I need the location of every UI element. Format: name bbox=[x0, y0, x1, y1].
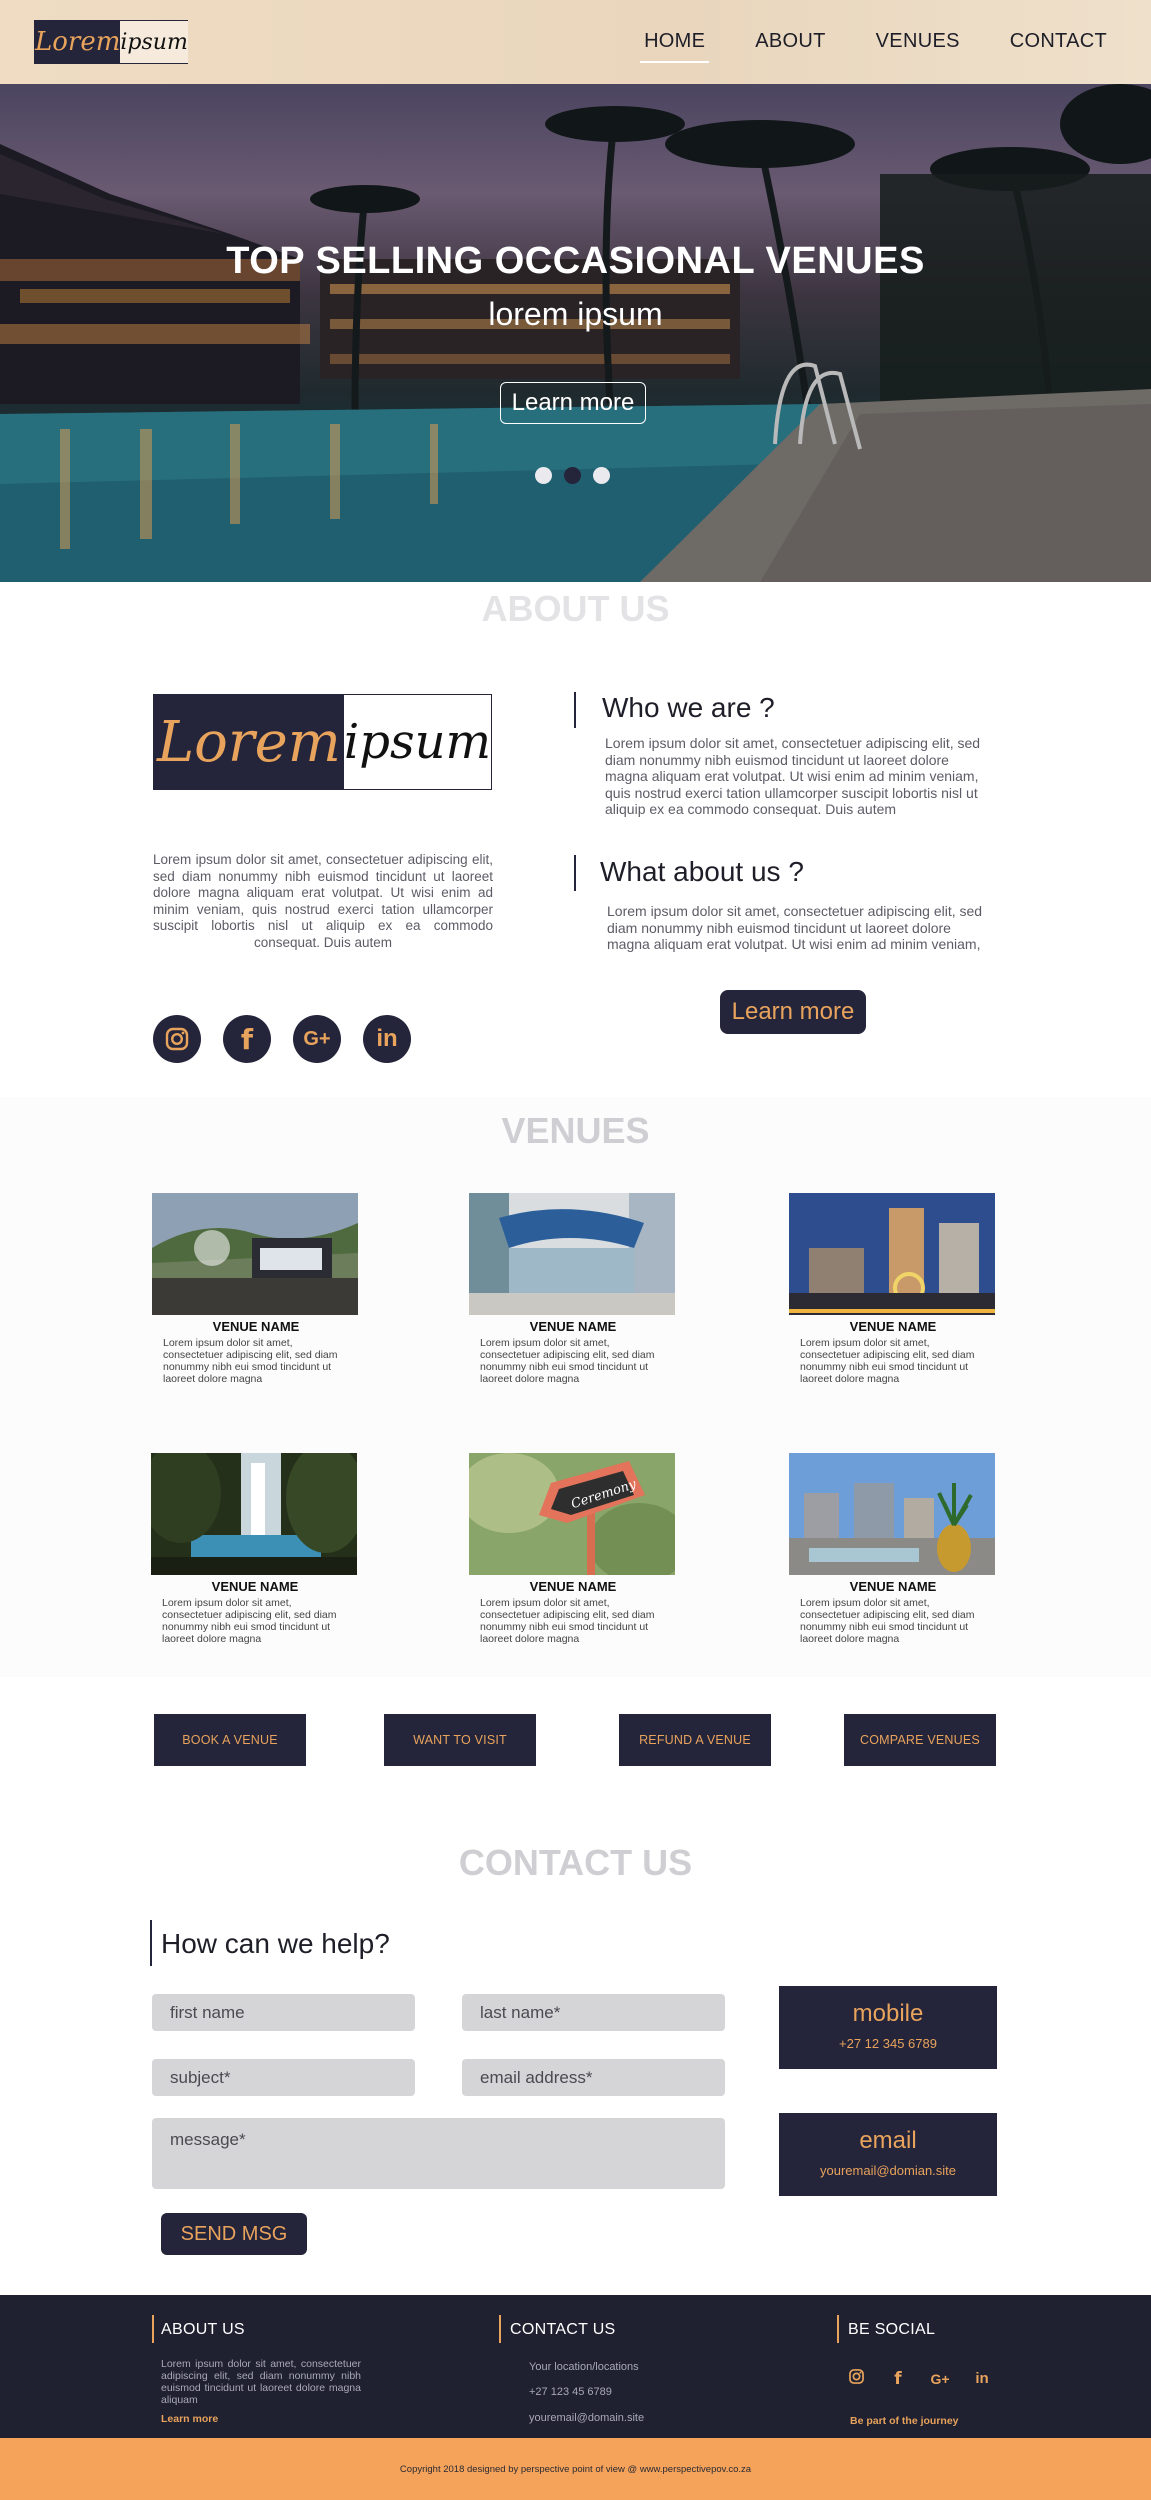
slider-dots bbox=[535, 467, 610, 484]
about-description: Lorem ipsum dolor sit amet, consectetuer… bbox=[153, 852, 493, 950]
instagram-icon[interactable] bbox=[153, 1015, 201, 1063]
footer-contact-heading: CONTACT US bbox=[510, 2321, 616, 2338]
help-heading-bar bbox=[150, 1920, 152, 1966]
venue-name: VENUE NAME bbox=[849, 1319, 937, 1334]
venue-description: Lorem ipsum dolor sit amet, consectetuer… bbox=[480, 1337, 655, 1385]
footer-location: Your location/locations bbox=[529, 2361, 639, 2373]
email-card: email youremail@domian.site bbox=[779, 2113, 997, 2196]
who-we-are-heading: Who we are ? bbox=[602, 692, 775, 723]
nav-menu: HOME ABOUT VENUES CONTACT bbox=[640, 30, 1107, 63]
what-about-us-heading: What about us ? bbox=[600, 856, 804, 887]
slider-dot-2[interactable] bbox=[564, 467, 581, 484]
nav-item-about[interactable]: ABOUT bbox=[755, 30, 825, 59]
venue-description: Lorem ipsum dolor sit amet, consectetuer… bbox=[480, 1597, 655, 1645]
about-logo-left-text: Lorem bbox=[154, 695, 344, 789]
top-navbar: Lorem ipsum HOME ABOUT VENUES CONTACT bbox=[0, 0, 1151, 84]
footer-journey-link[interactable]: Be part of the journey bbox=[850, 2415, 959, 2427]
about-learn-more-button[interactable]: Learn more bbox=[720, 990, 866, 1034]
logo-left-text: Lorem bbox=[35, 21, 121, 63]
copyright-bar: Copyright 2018 designed by perspective p… bbox=[0, 2438, 1151, 2500]
facebook-icon[interactable]: f bbox=[887, 2369, 909, 2389]
slider-dot-1[interactable] bbox=[535, 467, 552, 484]
mobile-value: +27 12 345 6789 bbox=[839, 2036, 937, 2051]
what-heading-bar bbox=[574, 855, 576, 891]
help-heading: How can we help? bbox=[161, 1928, 390, 1959]
contact-section-title: CONTACT US bbox=[458, 1842, 693, 1883]
venue-card[interactable]: VENUE NAME Lorem ipsum dolor sit amet, c… bbox=[789, 1193, 997, 1385]
venue-card[interactable]: VENUE NAME Lorem ipsum dolor sit amet, c… bbox=[151, 1453, 359, 1645]
venues-section-title: VENUES bbox=[501, 1110, 650, 1151]
venue-card[interactable]: VENUE NAME Lorem ipsum dolor sit amet, c… bbox=[789, 1453, 997, 1645]
email-field[interactable] bbox=[462, 2059, 725, 2096]
mobile-label: mobile bbox=[852, 2000, 924, 2027]
about-logo-right-text: ipsum bbox=[343, 695, 491, 789]
venue-image bbox=[789, 1193, 995, 1315]
venue-name: VENUE NAME bbox=[212, 1319, 300, 1334]
venue-card[interactable]: VENUE NAME Lorem ipsum dolor sit amet, c… bbox=[469, 1193, 677, 1385]
footer-email[interactable]: youremail@domain.site bbox=[529, 2412, 644, 2424]
hero-subtitle: lorem ipsum bbox=[488, 296, 663, 332]
google-plus-icon[interactable]: G+ bbox=[293, 1015, 341, 1063]
venue-image bbox=[789, 1453, 995, 1575]
message-field[interactable] bbox=[152, 2118, 725, 2189]
footer-learn-more-link[interactable]: Learn more bbox=[161, 2413, 218, 2425]
what-about-us-text: Lorem ipsum dolor sit amet, consectetuer… bbox=[607, 903, 983, 952]
google-plus-icon[interactable]: G+ bbox=[929, 2371, 951, 2387]
footer-social-bar bbox=[837, 2315, 839, 2343]
venue-name: VENUE NAME bbox=[529, 1319, 617, 1334]
footer-phone: +27 123 45 6789 bbox=[529, 2386, 612, 2398]
who-we-are-text: Lorem ipsum dolor sit amet, consectetuer… bbox=[605, 735, 981, 817]
footer-social-heading: BE SOCIAL bbox=[848, 2321, 936, 2338]
about-section-title: ABOUT US bbox=[481, 588, 670, 629]
last-name-field[interactable] bbox=[462, 1994, 725, 2031]
venue-name: VENUE NAME bbox=[529, 1579, 617, 1594]
first-name-field[interactable] bbox=[152, 1994, 415, 2031]
venue-name: VENUE NAME bbox=[849, 1579, 937, 1594]
venue-image bbox=[152, 1193, 358, 1315]
subject-field[interactable] bbox=[152, 2059, 415, 2096]
venue-description: Lorem ipsum dolor sit amet, consectetuer… bbox=[800, 1337, 975, 1385]
compare-venues-button[interactable]: COMPARE VENUES bbox=[844, 1714, 996, 1766]
venue-description: Lorem ipsum dolor sit amet, consectetuer… bbox=[163, 1337, 338, 1385]
hero-title: TOP SELLING OCCASIONAL VENUES bbox=[226, 240, 925, 282]
footer-contact-bar bbox=[499, 2315, 501, 2343]
who-heading-bar bbox=[574, 692, 576, 728]
hero-learn-more-button[interactable]: Learn more bbox=[500, 382, 646, 424]
about-logo: Lorem ipsum bbox=[153, 694, 492, 790]
slider-dot-3[interactable] bbox=[593, 467, 610, 484]
site-logo[interactable]: Lorem ipsum bbox=[34, 20, 188, 64]
venue-description: Lorem ipsum dolor sit amet, consectetuer… bbox=[162, 1597, 337, 1645]
hero-banner: TOP SELLING OCCASIONAL VENUES lorem ipsu… bbox=[0, 84, 1151, 582]
venue-card[interactable]: VENUE NAME Lorem ipsum dolor sit amet, c… bbox=[152, 1193, 360, 1385]
footer-social-links: f G+ in bbox=[845, 2368, 993, 2389]
venue-image bbox=[151, 1453, 357, 1575]
email-value[interactable]: youremail@domian.site bbox=[779, 2163, 997, 2178]
venue-image: Ceremony bbox=[469, 1453, 675, 1575]
nav-item-home[interactable]: HOME bbox=[640, 30, 710, 63]
mobile-card: mobile +27 12 345 6789 bbox=[779, 1986, 997, 2069]
book-venue-button[interactable]: BOOK A VENUE bbox=[154, 1714, 306, 1766]
venue-image bbox=[469, 1193, 675, 1315]
venue-name: VENUE NAME bbox=[211, 1579, 299, 1594]
venue-description: Lorem ipsum dolor sit amet, consectetuer… bbox=[800, 1597, 975, 1645]
footer-about-heading: ABOUT US bbox=[161, 2321, 245, 2338]
logo-right-text: ipsum bbox=[120, 21, 188, 63]
want-to-visit-button[interactable]: WANT TO VISIT bbox=[384, 1714, 536, 1766]
send-message-button[interactable]: SEND MSG bbox=[161, 2213, 307, 2255]
footer-about-bar bbox=[152, 2315, 154, 2343]
instagram-icon[interactable] bbox=[845, 2368, 867, 2389]
facebook-icon[interactable]: f bbox=[223, 1015, 271, 1063]
venue-card[interactable]: Ceremony VENUE NAME Lorem ipsum dolor si… bbox=[469, 1453, 677, 1645]
nav-item-venues[interactable]: VENUES bbox=[876, 30, 960, 59]
hero-background-image bbox=[0, 84, 1151, 582]
nav-item-contact[interactable]: CONTACT bbox=[1010, 30, 1107, 59]
footer-about-text: Lorem ipsum dolor sit amet, consectetuer… bbox=[161, 2358, 361, 2406]
email-label: email bbox=[859, 2127, 917, 2154]
copyright-text: Copyright 2018 designed by perspective p… bbox=[399, 2463, 752, 2475]
linkedin-icon[interactable]: in bbox=[363, 1015, 411, 1063]
refund-venue-button[interactable]: REFUND A VENUE bbox=[619, 1714, 771, 1766]
linkedin-icon[interactable]: in bbox=[971, 2370, 993, 2387]
about-social-links: f G+ in bbox=[153, 1015, 411, 1063]
